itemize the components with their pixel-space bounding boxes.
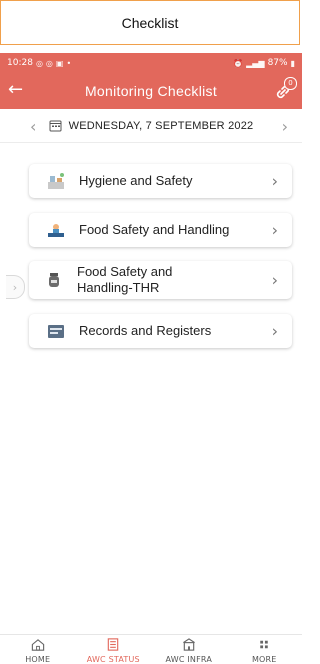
chevron-right-icon: › (271, 321, 278, 341)
hygiene-icon (45, 170, 67, 192)
date-text: WEDNESDAY, 7 SEPTEMBER 2022 (68, 119, 254, 132)
date-bar: ‹ WEDNESDAY, 7 SEPTEMBER 2022 › (0, 109, 302, 143)
sync-button[interactable]: 0 (272, 77, 297, 103)
nav-label: HOME (25, 655, 51, 664)
chevron-right-icon: › (271, 270, 278, 290)
date-next-button[interactable]: › (282, 117, 288, 136)
thr-jar-icon (43, 269, 65, 291)
nav-awc-infra[interactable]: AWC INFRA (151, 635, 227, 664)
app-header: ← Monitoring Checklist 0 (0, 73, 302, 109)
notification-badge: 0 (284, 77, 297, 90)
nav-label: AWC STATUS (86, 655, 140, 664)
whatsapp-icon: ◎ (35, 58, 43, 68)
nav-awc-status[interactable]: AWC STATUS (76, 635, 152, 664)
date-prev-button[interactable]: ‹ (30, 117, 36, 136)
checklist-item-food-safety[interactable]: Food Safety and Handling › (29, 213, 292, 247)
nav-home[interactable]: HOME (0, 635, 76, 664)
checklist-item-hygiene[interactable]: Hygiene and Safety › (29, 164, 292, 198)
checklist-item-label: Records and Registers (79, 323, 212, 338)
side-drawer-handle[interactable]: › (6, 275, 25, 299)
back-arrow-icon[interactable]: ← (8, 79, 23, 101)
alarm-icon: ⏰ (233, 58, 244, 68)
bottom-nav: HOME AWC STATUS AWC INFRA MORE (0, 634, 302, 664)
caption-bar: Checklist (0, 0, 300, 45)
building-icon (182, 638, 195, 651)
status-time: 10:28 (7, 58, 33, 68)
status-bar: 10:28 ◎ ◎ ▣ • ⏰ ▂▄▆ 87% ▮ (0, 53, 302, 73)
awc-status-icon (108, 638, 119, 651)
status-right: ⏰ ▂▄▆ 87% ▮ (233, 58, 295, 68)
checklist-item-label: Hygiene and Safety (79, 173, 193, 188)
chevron-right-icon: › (271, 220, 278, 240)
dot-icon: • (66, 58, 72, 68)
battery-percent: 87% (267, 58, 288, 68)
battery-icon: ▮ (290, 58, 295, 68)
header-title: Monitoring Checklist (84, 83, 218, 99)
signal-icon: ▂▄▆ (246, 58, 265, 68)
caption-title: Checklist (121, 14, 179, 31)
checklist-item-label: Food Safety and Handling-THR (77, 264, 173, 295)
records-icon (45, 320, 67, 342)
nav-label: AWC INFRA (165, 655, 213, 664)
food-handling-icon (45, 219, 67, 241)
image-icon: ▣ (55, 58, 64, 68)
nav-label: MORE (251, 655, 277, 664)
calendar-icon (49, 120, 62, 132)
status-left: 10:28 ◎ ◎ ▣ • (7, 58, 71, 68)
nav-more[interactable]: MORE (227, 635, 303, 664)
chevron-right-icon: › (271, 171, 278, 191)
checklist-item-label: Food Safety and Handling (79, 222, 230, 237)
more-grid-icon (260, 640, 268, 649)
date-display[interactable]: WEDNESDAY, 7 SEPTEMBER 2022 (49, 119, 254, 132)
home-icon (31, 639, 44, 651)
chevron-right-icon: › (12, 280, 18, 294)
checklist-item-food-safety-thr[interactable]: Food Safety and Handling-THR › (29, 261, 292, 299)
checklist-item-records[interactable]: Records and Registers › (29, 314, 292, 348)
whatsapp-icon: ◎ (45, 58, 53, 68)
